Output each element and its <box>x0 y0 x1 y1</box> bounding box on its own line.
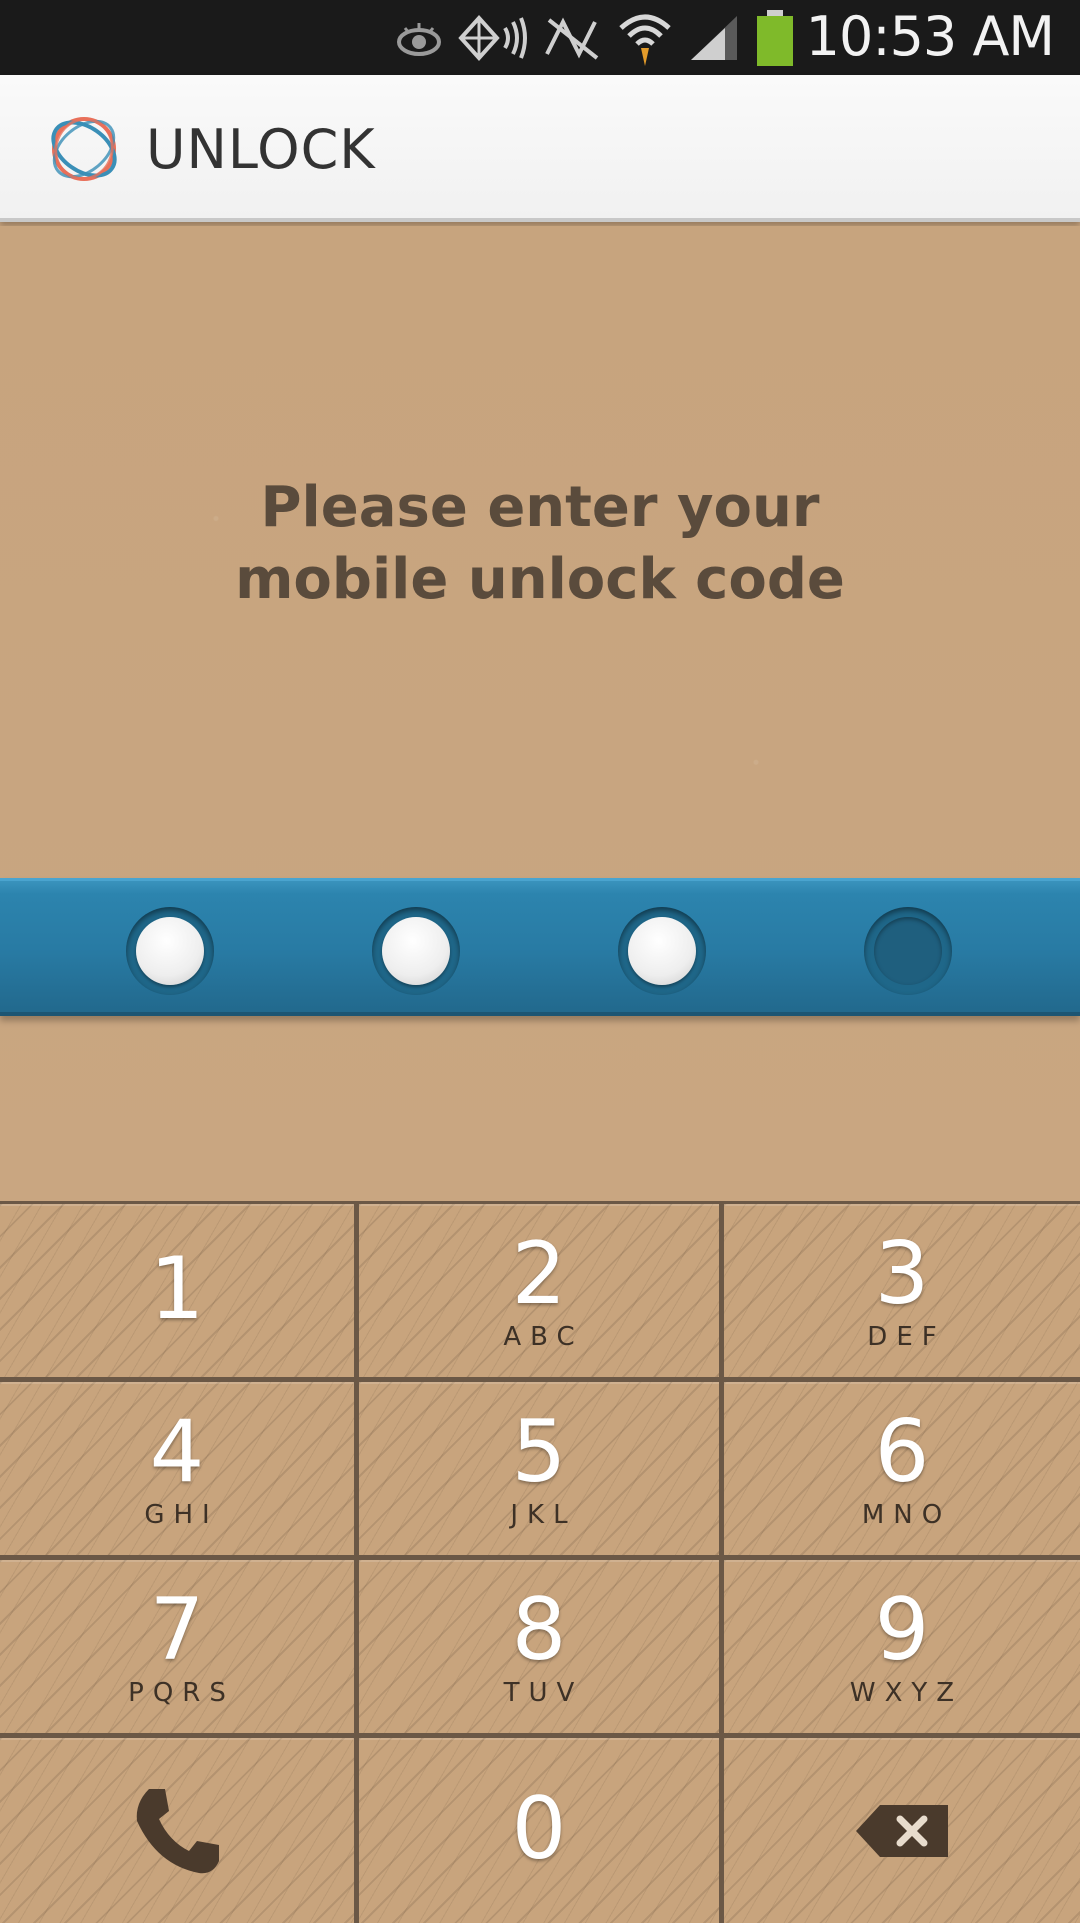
pin-indicator <box>0 878 1080 1016</box>
nfc-icon <box>458 15 527 61</box>
key-digit: 9 <box>874 1579 930 1680</box>
key-digit: 8 <box>511 1579 567 1680</box>
key-digit: 7 <box>149 1579 205 1680</box>
signal-icon <box>691 16 737 60</box>
pin-dot-4 <box>864 907 952 995</box>
battery-icon <box>757 10 793 66</box>
key-digit: 3 <box>874 1223 930 1324</box>
status-icons <box>395 10 795 66</box>
background <box>0 226 1080 1201</box>
key-2[interactable]: 2 ABC <box>359 1204 724 1382</box>
status-bar: 10:53 AM <box>0 0 1080 75</box>
unlock-prompt: Please enter your mobile unlock code <box>0 472 1080 616</box>
no-signal-icon <box>545 17 599 60</box>
key-letters: PQRS <box>128 1677 235 1708</box>
key-digit: 4 <box>149 1401 205 1502</box>
prompt-line-1: Please enter your <box>260 475 820 540</box>
key-letters: TUV <box>503 1677 584 1708</box>
key-9[interactable]: 9 WXYZ <box>724 1560 1080 1738</box>
key-3[interactable]: 3 DEF <box>724 1204 1080 1382</box>
keypad: 1 2 ABC 3 DEF 4 GHI 5 JKL 6 MNO 7 PQRS 8… <box>0 1201 1080 1923</box>
key-digit: 2 <box>511 1223 567 1324</box>
wifi-icon <box>619 14 671 66</box>
pin-dot-3 <box>618 907 706 995</box>
key-digit: 0 <box>511 1778 567 1879</box>
key-letters: WXYZ <box>849 1677 964 1708</box>
key-1[interactable]: 1 <box>0 1204 359 1382</box>
phone-icon <box>136 1788 219 1873</box>
key-letters: MNO <box>861 1499 952 1530</box>
eye-icon <box>397 23 441 56</box>
pin-dot-1 <box>126 907 214 995</box>
key-letters: JKL <box>510 1499 577 1530</box>
app-title: UNLOCK <box>146 118 376 181</box>
key-digit: 5 <box>511 1401 567 1502</box>
app-bar: UNLOCK <box>0 75 1080 222</box>
key-5[interactable]: 5 JKL <box>359 1382 724 1560</box>
pin-dot-2 <box>372 907 460 995</box>
backspace-button[interactable] <box>724 1738 1080 1923</box>
backspace-icon <box>856 1804 948 1857</box>
key-7[interactable]: 7 PQRS <box>0 1560 359 1738</box>
key-digit: 1 <box>149 1238 205 1339</box>
status-time: 10:53 AM <box>805 5 1055 68</box>
key-4[interactable]: 4 GHI <box>0 1382 359 1560</box>
key-letters: GHI <box>144 1499 219 1530</box>
key-letters: ABC <box>503 1321 584 1352</box>
key-digit: 6 <box>874 1401 930 1502</box>
key-letters: DEF <box>867 1321 946 1352</box>
call-button[interactable] <box>0 1738 359 1923</box>
key-0[interactable]: 0 <box>359 1738 724 1923</box>
app-logo-icon <box>51 117 117 181</box>
prompt-line-2: mobile unlock code <box>235 547 845 612</box>
key-8[interactable]: 8 TUV <box>359 1560 724 1738</box>
key-6[interactable]: 6 MNO <box>724 1382 1080 1560</box>
